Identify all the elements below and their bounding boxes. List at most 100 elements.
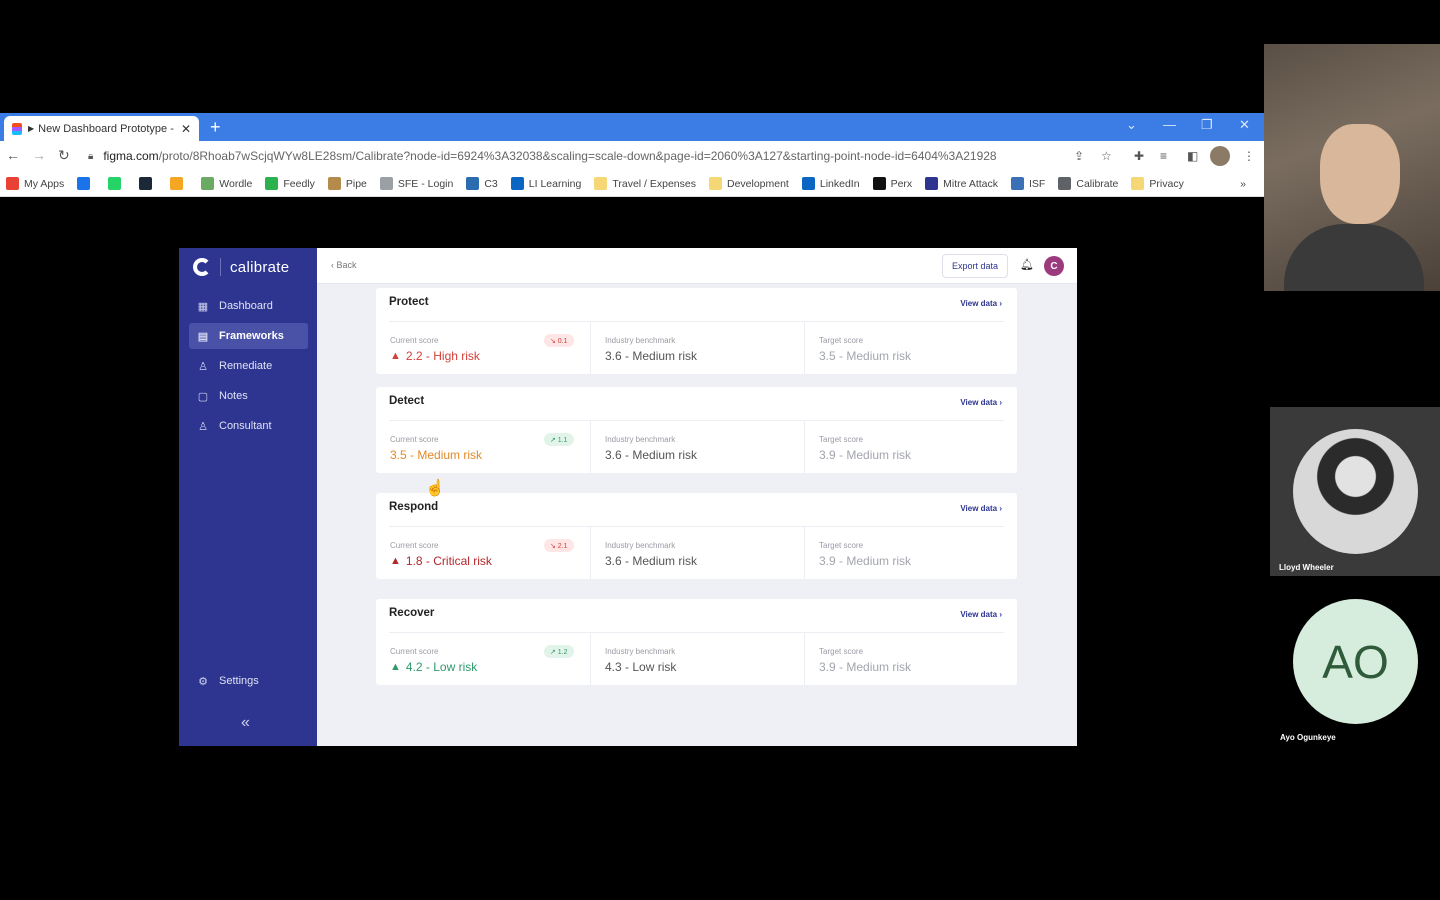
score-text: 2.2 - High risk <box>405 349 480 363</box>
url-field[interactable]: 🔒︎ figma.com /proto/8Rhoab7wScjqWYw8LE28… <box>88 145 1140 167</box>
benchmark-value: 3.6 - Medium risk <box>605 349 698 363</box>
bookmark-item[interactable]: LinkedIn <box>801 177 860 190</box>
target-label: Target score <box>819 336 864 345</box>
extensions-icon[interactable]: ✚ <box>1134 149 1144 163</box>
bookmark-label: Travel / Expenses <box>612 177 696 190</box>
card-title: Detect <box>389 395 425 407</box>
current-score-value: ▲ 2.2 - High risk <box>390 349 480 363</box>
bookmark-item[interactable]: Mitre Attack <box>925 177 998 190</box>
warning-triangle-icon: ▲ <box>390 661 401 673</box>
profile-avatar[interactable] <box>1210 146 1230 166</box>
bookmark-item[interactable]: Perx <box>872 177 912 190</box>
target-cell: Target score 3.5 - Medium risk <box>804 322 1017 374</box>
person-icon: ♙ <box>198 420 208 433</box>
sidepanel-icon[interactable]: ◧ <box>1187 149 1198 163</box>
bookmark-favicon-icon <box>265 177 279 190</box>
minimize-button[interactable]: — <box>1163 117 1176 132</box>
bookmark-item[interactable]: SFE - Login <box>379 177 453 190</box>
current-score-label: Current score <box>390 647 439 656</box>
bell-icon[interactable]: 🔔︎ <box>1020 258 1034 271</box>
bookmarks-overflow-button[interactable]: » <box>1240 178 1246 190</box>
benchmark-cell: Industry benchmark 3.6 - Medium risk <box>590 527 804 579</box>
framework-card-detect: Detect View data › Current score ↗ 1.1 3… <box>376 387 1017 473</box>
share-icon[interactable]: ⇪ <box>1074 149 1084 163</box>
forward-arrow-icon[interactable]: → <box>32 147 46 163</box>
bookmark-item[interactable]: C3 <box>466 177 498 190</box>
export-data-button[interactable]: Export data <box>942 254 1008 278</box>
bookmark-label: C3 <box>484 177 498 190</box>
play-icon: ▶ <box>28 124 35 133</box>
bookmark-item[interactable]: Development <box>708 177 789 190</box>
sidebar-item-label: Notes <box>219 390 248 402</box>
bookmark-item[interactable]: Calibrate <box>1058 177 1118 190</box>
sidebar-item-settings[interactable]: ⚙ Settings <box>189 668 308 694</box>
sidebar-item-notes[interactable]: ▢ Notes <box>189 383 308 409</box>
bookmark-item[interactable] <box>170 177 188 190</box>
bookmark-favicon-icon <box>1058 177 1072 190</box>
trend-badge: ↘ 0.1 <box>544 334 574 347</box>
user-gear-icon: ♙ <box>198 360 208 373</box>
view-data-link[interactable]: View data › <box>960 504 1002 513</box>
benchmark-value: 4.3 - Low risk <box>605 660 677 674</box>
benchmark-cell: Industry benchmark 3.6 - Medium risk <box>590 421 804 473</box>
calibrate-logo-icon <box>193 258 211 276</box>
bookmark-favicon-icon <box>708 177 722 190</box>
bookmark-favicon-icon <box>201 177 215 190</box>
back-arrow-icon[interactable]: ← <box>6 147 20 163</box>
target-value: 3.9 - Medium risk <box>819 660 912 674</box>
restore-button[interactable]: ❐ <box>1201 117 1213 133</box>
media-icon[interactable]: ≡ <box>1160 149 1167 163</box>
note-icon: ▢ <box>197 390 209 403</box>
sidebar-item-remediate[interactable]: ♙ Remediate <box>189 353 308 379</box>
collapse-sidebar-button[interactable]: « <box>241 714 250 732</box>
bookmark-favicon-icon <box>139 177 153 190</box>
bookmark-item[interactable] <box>139 177 157 190</box>
tab-search-icon[interactable]: ⌄ <box>1126 117 1137 133</box>
bookmark-item[interactable]: Feedly <box>265 177 315 190</box>
bookmark-item[interactable]: LI Learning <box>510 177 582 190</box>
bookmark-item[interactable]: My Apps <box>6 177 64 190</box>
current-score-label: Current score <box>390 336 439 345</box>
bookmark-favicon-icon <box>466 177 480 190</box>
trend-badge: ↘ 2.1 <box>544 539 574 552</box>
reload-icon[interactable]: ↻ <box>58 147 70 164</box>
bookmark-label: Pipe <box>345 177 367 190</box>
target-cell: Target score 3.9 - Medium risk <box>804 527 1017 579</box>
bookmark-item[interactable] <box>108 177 126 190</box>
back-link[interactable]: ‹ Back <box>331 260 357 270</box>
view-data-link[interactable]: View data › <box>960 299 1002 308</box>
bookmark-item[interactable]: ISF <box>1011 177 1045 190</box>
document-icon: ▤ <box>197 330 209 343</box>
avatar[interactable]: C <box>1044 256 1064 276</box>
framework-card-protect: Protect View data › Current score ↘ 0.1 … <box>376 288 1017 374</box>
target-label: Target score <box>819 647 864 656</box>
close-tab-icon[interactable]: ✕ <box>181 122 191 136</box>
sidebar-item-frameworks[interactable]: ▤ Frameworks <box>189 323 308 349</box>
current-score-value: ▲ 4.2 - Low risk <box>390 660 477 674</box>
bookmark-label: Development <box>726 177 789 190</box>
sidebar: calibrate ▦ Dashboard ▤ Frameworks ♙ Rem… <box>179 248 317 746</box>
lock-icon: 🔒︎ <box>88 150 94 162</box>
bookmark-item[interactable]: Pipe <box>327 177 367 190</box>
benchmark-label: Industry benchmark <box>605 541 676 550</box>
new-tab-button[interactable]: + <box>210 117 221 138</box>
view-data-link[interactable]: View data › <box>960 610 1002 619</box>
browser-tab[interactable]: ▶ New Dashboard Prototype - C ✕ <box>4 116 199 141</box>
bookmark-favicon-icon <box>510 177 524 190</box>
bookmark-item[interactable]: Travel / Expenses <box>594 177 696 190</box>
bookmark-item[interactable]: Privacy <box>1131 177 1184 190</box>
bookmark-item[interactable]: Wordle <box>201 177 252 190</box>
view-data-link[interactable]: View data › <box>960 398 1002 407</box>
brand-name: calibrate <box>230 258 290 276</box>
bookmark-star-icon[interactable]: ☆ <box>1101 149 1112 163</box>
bookmarks-bar: My Apps Wordle Feedly Pipe SFE - Login C3 LI L… <box>0 171 1264 197</box>
trend-badge: ↗ 1.2 <box>544 645 574 658</box>
sidebar-item-consultant[interactable]: ♙ Consultant <box>189 413 308 439</box>
benchmark-value: 3.6 - Medium risk <box>605 448 698 462</box>
sidebar-item-dashboard[interactable]: ▦ Dashboard <box>189 293 308 319</box>
bookmark-item[interactable] <box>77 177 95 190</box>
close-window-button[interactable]: ✕ <box>1239 117 1250 133</box>
brand-logo[interactable]: calibrate <box>193 258 289 276</box>
bookmark-label: LI Learning <box>528 177 582 190</box>
menu-kebab-icon[interactable]: ⋮ <box>1243 149 1255 163</box>
